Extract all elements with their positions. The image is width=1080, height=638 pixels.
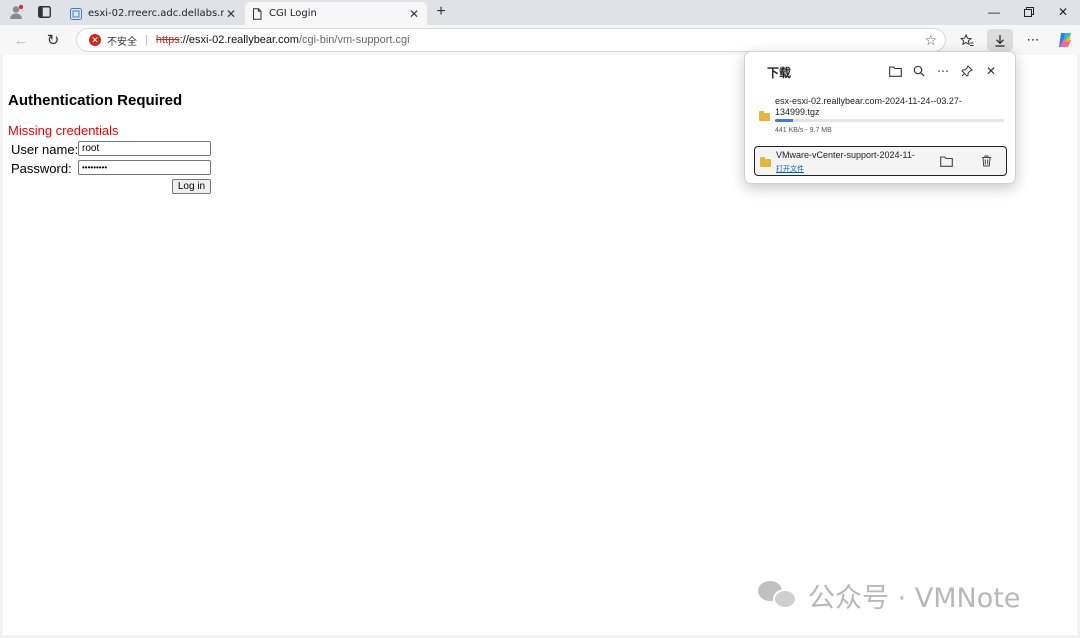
password-label: Password: — [11, 161, 72, 176]
tab-strip: esxi-02.rreerc.adc.dellabs.net - VM ✕ CG… — [0, 0, 1080, 25]
open-folder-icon[interactable] — [886, 63, 904, 79]
minimize-icon[interactable]: — — [977, 2, 1011, 22]
more-icon[interactable]: ⋯ — [1020, 29, 1046, 51]
error-message: Missing credentials — [8, 123, 119, 138]
close-icon[interactable]: ✕ — [224, 7, 238, 21]
download-item-selected[interactable]: VMware-vCenter-support-2024-11- 打开文件 — [754, 146, 1007, 176]
download-filename: VMware-vCenter-support-2024-11- — [776, 150, 915, 160]
close-icon[interactable]: ✕ — [407, 7, 421, 21]
login-button[interactable]: Log in — [172, 179, 211, 194]
delete-icon[interactable] — [977, 153, 995, 169]
url-scheme: https — [155, 34, 180, 46]
favicon-vmware — [70, 7, 82, 20]
watermark: 公众号 · VMNote — [758, 578, 1021, 614]
restore-icon[interactable] — [1012, 2, 1046, 22]
profile-icon[interactable] — [5, 3, 27, 21]
wechat-logo — [758, 579, 800, 611]
url-path: /cgi-bin/vm-support.cgi — [298, 34, 410, 46]
username-field[interactable]: root — [78, 141, 211, 156]
open-file-link[interactable]: 打开文件 — [776, 164, 804, 174]
tab-title: esxi-02.rreerc.adc.dellabs.net - VM — [88, 8, 224, 19]
security-label[interactable]: 不安全 — [107, 33, 137, 48]
address-bar[interactable]: ✕ 不安全 | https ://esxi-02.reallybear.com … — [76, 28, 946, 52]
refresh-icon[interactable]: ↻ — [42, 30, 64, 50]
downloads-panel: 下载 ⋯ ✕ esx-esxi-02.reallybear.com-2024-1… — [744, 51, 1016, 184]
watermark-text: 公众号 · VMNote — [808, 582, 1021, 614]
username-label: User name: — [11, 142, 79, 157]
password-field[interactable]: ••••••••• — [78, 160, 211, 175]
page-title: Authentication Required — [8, 92, 183, 109]
folder-icon — [760, 157, 771, 167]
pin-icon[interactable] — [958, 63, 976, 79]
close-window-icon[interactable]: ✕ — [1046, 2, 1080, 22]
tab-title: CGI Login — [269, 8, 317, 19]
more-options-icon[interactable]: ⋯ — [934, 63, 952, 79]
downloads-icon[interactable] — [987, 29, 1013, 51]
tab-esxi-vm[interactable]: esxi-02.rreerc.adc.dellabs.net - VM ✕ — [64, 2, 244, 25]
new-tab-icon[interactable]: + — [431, 3, 451, 21]
search-icon[interactable] — [910, 63, 928, 79]
download-filename-cont: 134999.tgz — [775, 107, 820, 117]
folder-icon — [759, 111, 770, 121]
downloads-title: 下载 — [767, 66, 792, 80]
copilot-icon[interactable] — [1052, 29, 1078, 51]
separator: | — [145, 34, 148, 46]
page-icon — [251, 7, 263, 20]
tab-cgi-login[interactable]: CGI Login ✕ — [245, 2, 427, 25]
close-panel-icon[interactable]: ✕ — [982, 63, 1000, 79]
favorite-star-icon[interactable]: ☆ — [924, 32, 937, 49]
download-progress — [775, 119, 1004, 122]
url-host: ://esxi-02.reallybear.com — [179, 34, 299, 46]
show-in-folder-icon[interactable] — [937, 153, 955, 169]
not-secure-icon: ✕ — [89, 34, 101, 46]
download-progress-fill — [775, 119, 794, 122]
favorites-icon[interactable] — [954, 29, 980, 51]
download-status: 441 KB/s - 9.7 MB — [775, 127, 832, 134]
download-filename: esx-esxi-02.reallybear.com-2024-11-24--0… — [775, 96, 962, 106]
tab-actions-icon[interactable] — [33, 3, 55, 21]
download-item[interactable]: esx-esxi-02.reallybear.com-2024-11-24--0… — [755, 90, 1007, 140]
back-icon[interactable]: ← — [10, 30, 32, 50]
